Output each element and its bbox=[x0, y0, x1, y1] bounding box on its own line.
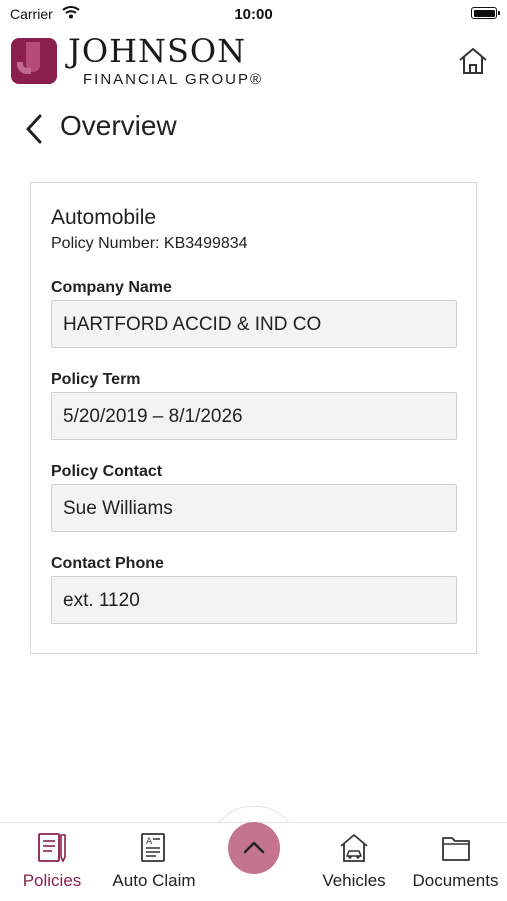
contact-phone-field: ext. 1120 bbox=[51, 576, 457, 624]
policy-card: Automobile Policy Number: KB3499834 Comp… bbox=[30, 182, 477, 654]
home-icon[interactable] bbox=[457, 45, 489, 77]
logo-mark-icon bbox=[11, 38, 57, 84]
chevron-left-icon[interactable] bbox=[22, 112, 50, 146]
nav-label-documents: Documents bbox=[412, 871, 499, 890]
policies-icon bbox=[36, 831, 68, 870]
documents-icon bbox=[440, 831, 472, 870]
policy-term-field: 5/20/2019 – 8/1/2026 bbox=[51, 392, 457, 440]
chevron-up-icon bbox=[243, 841, 265, 854]
policy-number: Policy Number: KB3499834 bbox=[51, 235, 248, 252]
expand-menu-button[interactable] bbox=[228, 822, 280, 874]
nav-label-vehicles: Vehicles bbox=[322, 871, 386, 890]
status-bar: Carrier 10:00 bbox=[0, 0, 507, 28]
vehicles-icon bbox=[338, 831, 370, 870]
nav-item-policies[interactable]: Policies bbox=[10, 823, 94, 901]
nav-item-vehicles[interactable]: Vehicles bbox=[312, 823, 396, 901]
policy-term-label: Policy Term bbox=[51, 371, 141, 388]
contact-phone-label: Contact Phone bbox=[51, 555, 164, 572]
auto-claim-icon: A bbox=[139, 831, 169, 870]
logo-wordmark: JOHNSON bbox=[68, 32, 247, 70]
battery-icon bbox=[471, 7, 500, 19]
policy-term-value: 5/20/2019 – 8/1/2026 bbox=[63, 406, 243, 427]
company-name-label: Company Name bbox=[51, 279, 172, 296]
nav-item-documents[interactable]: Documents bbox=[404, 823, 507, 901]
contact-phone-value: ext. 1120 bbox=[63, 590, 140, 611]
nav-item-auto-claim[interactable]: A Auto Claim bbox=[106, 823, 202, 901]
policy-contact-label: Policy Contact bbox=[51, 463, 163, 480]
svg-text:A: A bbox=[146, 837, 153, 847]
policy-type: Automobile bbox=[51, 206, 157, 229]
policy-contact-value: Sue Williams bbox=[63, 498, 173, 519]
clock: 10:00 bbox=[234, 6, 273, 23]
page-title: Overview bbox=[60, 110, 177, 141]
company-name-value: HARTFORD ACCID & IND CO bbox=[63, 314, 322, 335]
logo-subtitle: FINANCIAL GROUP® bbox=[83, 71, 264, 88]
app-header: JOHNSON FINANCIAL GROUP® bbox=[0, 30, 507, 92]
nav-label-auto-claim: Auto Claim bbox=[112, 871, 196, 890]
company-name-field: HARTFORD ACCID & IND CO bbox=[51, 300, 457, 348]
nav-label-policies: Policies bbox=[22, 871, 82, 890]
policy-contact-field: Sue Williams bbox=[51, 484, 457, 532]
